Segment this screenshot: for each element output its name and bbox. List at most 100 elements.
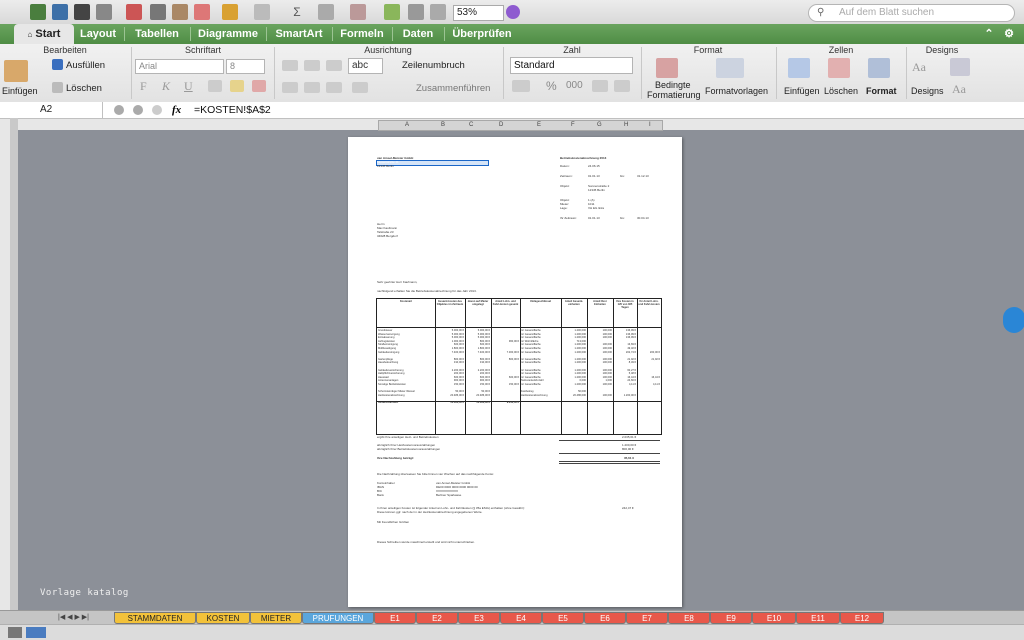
delete-cells-icon[interactable] [828,58,850,78]
sheet-tab-e8[interactable]: E8 [668,612,710,624]
wrap-text-button[interactable]: Zeilenumbruch [402,60,465,71]
format-painter-icon[interactable] [194,4,210,20]
format-cells-button[interactable]: Format [866,86,897,96]
sheet-tab-pruefungen[interactable]: PRUFUNGEN [302,612,374,624]
indent-icon[interactable] [352,82,368,93]
underline-button[interactable]: U [184,79,193,94]
sheet-tab-e11[interactable]: E11 [796,612,840,624]
fill-color-icon[interactable] [230,80,244,92]
delete-cells-button[interactable]: Löschen [824,86,858,96]
sheet-tab-e2[interactable]: E2 [416,612,458,624]
function-wizard-icon[interactable] [152,105,162,115]
side-assistant-icon[interactable] [1003,307,1024,333]
col-e[interactable]: E [537,121,541,130]
sheet-tab-e9[interactable]: E9 [710,612,752,624]
font-size-select[interactable]: 8 [226,59,265,74]
sheet-tab-e5[interactable]: E5 [542,612,584,624]
help-icon[interactable] [506,5,520,19]
tab-tabellen[interactable]: Tabellen [126,24,188,44]
sheet-tab-e4[interactable]: E4 [500,612,542,624]
align-middle-icon[interactable] [304,60,320,71]
paste-big-icon[interactable] [4,60,28,82]
align-bottom-icon[interactable] [326,60,342,71]
sheet-tab-e6[interactable]: E6 [584,612,626,624]
col-d[interactable]: D [499,121,503,130]
clear-button[interactable]: Löschen [66,83,102,94]
tab-daten[interactable]: Daten [394,24,442,44]
formula-input[interactable]: =KOSTEN!$A$2 [194,102,271,118]
conditional-format-icon[interactable] [656,58,678,78]
theme-fonts-button[interactable]: Aa [952,82,966,97]
merge-button[interactable]: Zusammenführen [416,83,490,94]
new-workbook-icon[interactable] [30,4,46,20]
decimal-increase-icon[interactable] [592,80,608,92]
undo-icon[interactable] [222,4,238,20]
thousands-button[interactable]: 000 [566,80,583,91]
fx-button[interactable]: fx [172,102,181,118]
formula-builder-icon[interactable] [384,4,400,20]
paste-button[interactable]: Einfügen [2,86,38,96]
sort-icon[interactable] [318,4,334,20]
format-cells-icon[interactable] [868,58,890,78]
format-templates-button[interactable]: Formatvorlagen [705,86,768,96]
number-format-select[interactable]: Standard [510,57,633,74]
cond-format-label-1[interactable]: Bedingte [655,80,691,90]
col-f[interactable]: F [571,121,575,130]
col-c[interactable]: C [469,121,473,130]
currency-icon[interactable] [512,80,530,92]
sheet-tab-e12[interactable]: E12 [840,612,884,624]
col-b[interactable]: B [441,121,445,130]
font-color-icon[interactable] [252,80,266,92]
page-layout-view-icon[interactable] [26,627,46,638]
filter-icon[interactable] [350,4,366,20]
sheet-tab-e1[interactable]: E1 [374,612,416,624]
print-icon[interactable] [96,4,112,20]
tab-layout[interactable]: Layout [74,24,122,44]
borders-icon[interactable] [208,80,222,92]
redo-icon[interactable] [254,4,270,20]
col-i[interactable]: I [649,121,651,130]
insert-cells-button[interactable]: Einfügen [784,86,820,96]
zoom-select[interactable]: 53% [453,5,504,21]
tab-formeln[interactable]: Formeln [334,24,390,44]
sheet-tab-stammdaten[interactable]: STAMMDATEN [114,612,196,624]
bold-button[interactable]: F [140,79,147,94]
open-icon[interactable] [52,4,68,20]
col-a[interactable]: A [405,121,409,130]
normal-view-icon[interactable] [8,627,22,638]
cond-format-label-2[interactable]: Formatierung [647,90,701,100]
save-icon[interactable] [74,4,90,20]
format-templates-icon[interactable] [716,58,744,78]
copy-icon[interactable] [150,4,166,20]
gallery-icon[interactable] [408,4,424,20]
paste-icon[interactable] [172,4,188,20]
decimal-decrease-icon[interactable] [614,80,630,92]
theme-colors-icon[interactable] [950,58,970,76]
confirm-icon[interactable] [133,105,143,115]
tab-diagramme[interactable]: Diagramme [192,24,264,44]
wrap-text-sample[interactable]: abc [348,58,383,74]
italic-button[interactable]: K [162,79,170,94]
align-center-icon[interactable] [304,82,320,93]
autosum-icon[interactable]: Σ [290,4,304,20]
themes-sample[interactable]: Aa [912,60,926,75]
fill-button[interactable]: Ausfüllen [66,60,105,71]
align-right-icon[interactable] [326,82,342,93]
sheet-tab-e7[interactable]: E7 [626,612,668,624]
tab-smartart[interactable]: SmartArt [268,24,330,44]
tab-start[interactable]: ⌂ Start [14,24,74,44]
sheet-nav-arrows-icon[interactable]: |◀ ◀ ▶ ▶| [58,613,89,621]
sheet-search-input[interactable]: ⚲ Auf dem Blatt suchen [808,4,1015,22]
sheet-tab-kosten[interactable]: KOSTEN [196,612,250,624]
percent-button[interactable]: % [546,79,557,93]
sheet-tab-e3[interactable]: E3 [458,612,500,624]
tab-ueberpruefen[interactable]: Überprüfen [446,24,518,44]
font-name-select[interactable]: Arial [135,59,224,74]
cut-icon[interactable] [126,4,142,20]
settings-gear-icon[interactable]: ⚙ [1000,24,1018,44]
designs-button[interactable]: Designs [911,86,944,96]
align-left-icon[interactable] [282,82,298,93]
col-h[interactable]: H [624,121,628,130]
align-top-icon[interactable] [282,60,298,71]
sheet-tab-mieter[interactable]: MIETER [250,612,302,624]
